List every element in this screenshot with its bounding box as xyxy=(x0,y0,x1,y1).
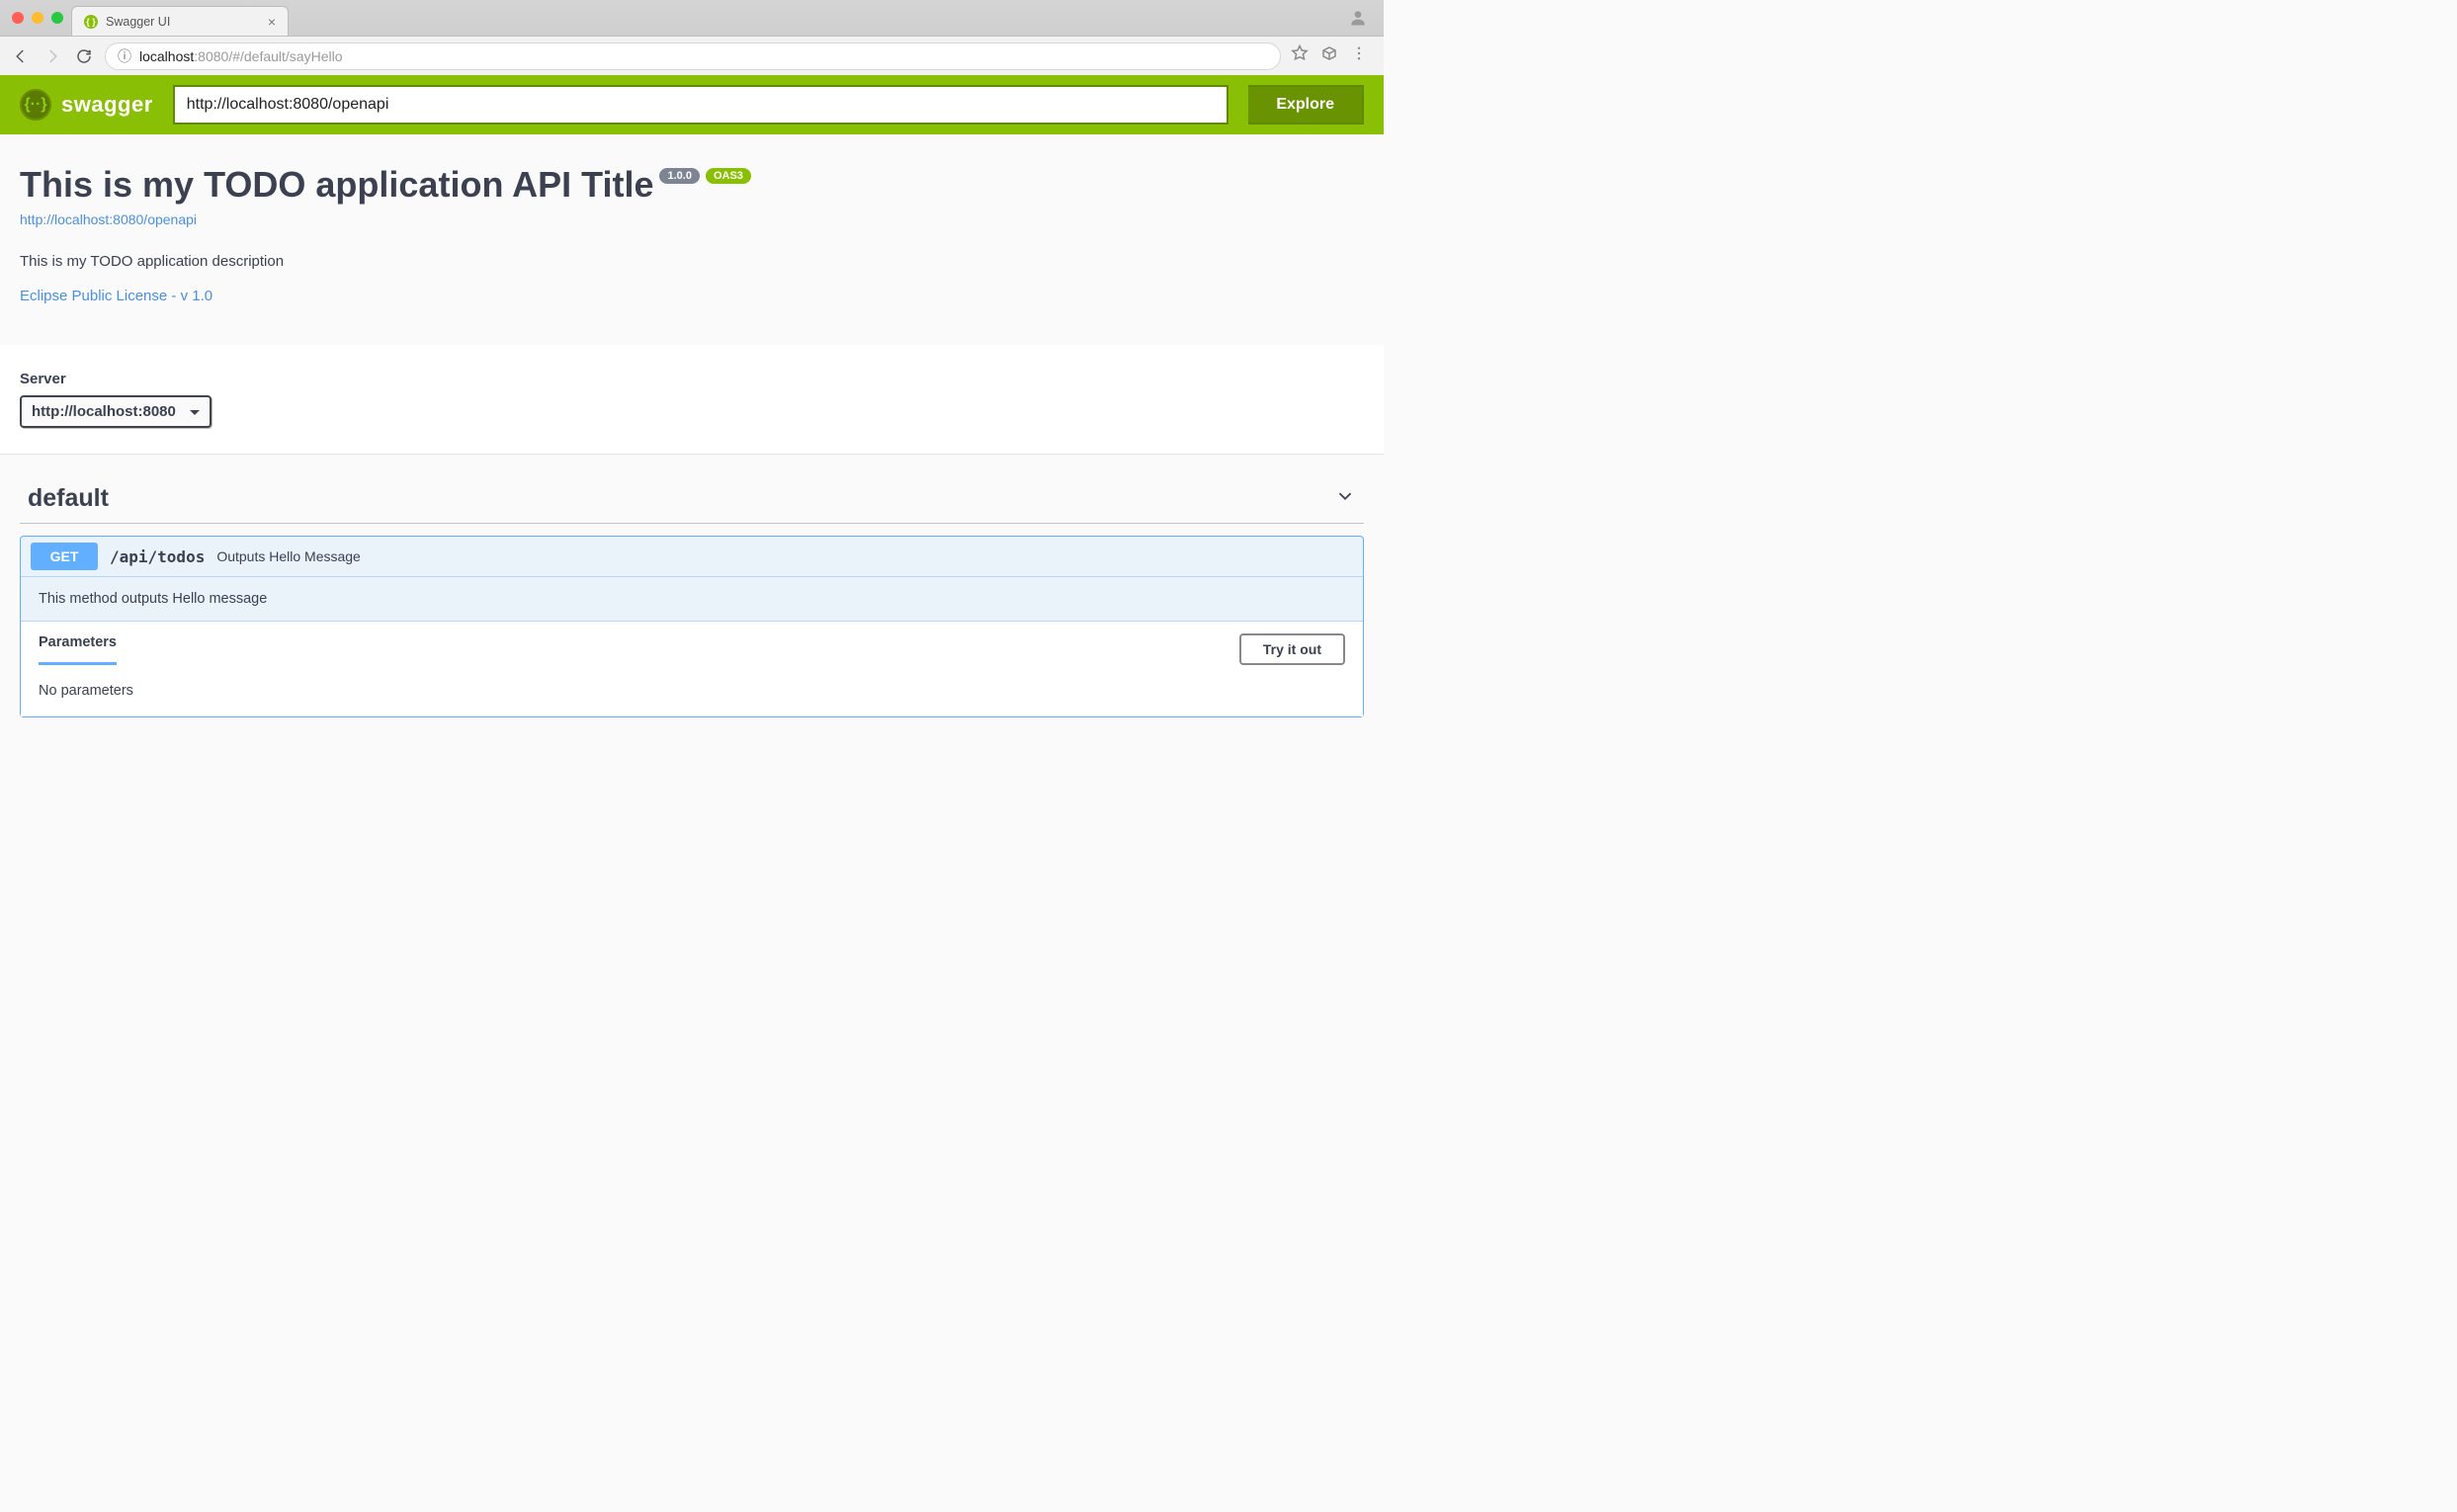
tab-bar: { } Swagger UI × xyxy=(0,0,1384,36)
parameters-header: Parameters Try it out xyxy=(21,622,1363,665)
swagger-logo-icon: {··} xyxy=(20,89,51,121)
operation-path: /api/todos xyxy=(110,547,205,566)
swagger-favicon-icon: { } xyxy=(84,15,98,29)
api-title: This is my TODO application API Title xyxy=(20,164,653,206)
license-link[interactable]: Eclipse Public License - v 1.0 xyxy=(20,288,212,304)
spec-url-value: http://localhost:8080/openapi xyxy=(187,96,389,114)
server-label: Server xyxy=(20,371,1364,387)
swagger-logo-text: swagger xyxy=(61,92,153,118)
url-text: localhost:8080/#/default/sayHello xyxy=(139,48,343,64)
close-tab-button[interactable]: × xyxy=(268,14,276,30)
server-selected-value: http://localhost:8080 xyxy=(32,403,176,420)
window-controls xyxy=(8,12,71,24)
swagger-logo: {··} swagger xyxy=(20,89,153,121)
url-bar: ⓘ localhost:8080/#/default/sayHello xyxy=(0,36,1384,75)
tab-title: Swagger UI xyxy=(106,15,170,29)
api-info-section: This is my TODO application API Title 1.… xyxy=(0,134,1384,345)
server-section: Server http://localhost:8080 xyxy=(0,345,1384,454)
api-description: This is my TODO application description xyxy=(20,253,1364,270)
tag-name: default xyxy=(28,484,109,513)
server-select[interactable]: http://localhost:8080 xyxy=(20,395,212,428)
profile-avatar-icon[interactable] xyxy=(1348,8,1376,28)
parameters-tab[interactable]: Parameters xyxy=(39,634,117,665)
spec-link[interactable]: http://localhost:8080/openapi xyxy=(20,211,197,227)
swagger-topbar: {··} swagger http://localhost:8080/opena… xyxy=(0,75,1384,134)
no-parameters-text: No parameters xyxy=(21,665,1363,716)
tag-section: default GET /api/todos Outputs Hello Mes… xyxy=(0,454,1384,717)
oas-badge: OAS3 xyxy=(706,168,751,184)
site-info-icon[interactable]: ⓘ xyxy=(118,46,131,66)
minimize-window-button[interactable] xyxy=(32,12,43,24)
operation-summary: Outputs Hello Message xyxy=(216,548,361,564)
browser-tab[interactable]: { } Swagger UI × xyxy=(71,6,289,36)
operation-summary-bar[interactable]: GET /api/todos Outputs Hello Message xyxy=(21,537,1363,577)
chevron-down-icon xyxy=(1334,485,1356,512)
operation-block: GET /api/todos Outputs Hello Message Thi… xyxy=(20,536,1364,717)
operation-description: This method outputs Hello message xyxy=(21,577,1363,622)
close-window-button[interactable] xyxy=(12,12,24,24)
extension-icon[interactable] xyxy=(1320,44,1338,67)
maximize-window-button[interactable] xyxy=(51,12,63,24)
http-method-badge: GET xyxy=(31,543,98,570)
spec-url-input[interactable]: http://localhost:8080/openapi xyxy=(173,85,1229,125)
explore-button[interactable]: Explore xyxy=(1248,85,1364,125)
browser-chrome: { } Swagger UI × ⓘ localhost:8080/#/defa… xyxy=(0,0,1384,75)
url-input[interactable]: ⓘ localhost:8080/#/default/sayHello xyxy=(105,42,1281,70)
tag-header[interactable]: default xyxy=(20,466,1364,524)
forward-button xyxy=(42,45,63,67)
reload-button[interactable] xyxy=(73,45,95,67)
back-button[interactable] xyxy=(10,45,32,67)
menu-dots-icon[interactable] xyxy=(1350,44,1368,67)
bookmark-star-icon[interactable] xyxy=(1291,44,1309,67)
try-it-out-button[interactable]: Try it out xyxy=(1239,633,1345,665)
version-badge: 1.0.0 xyxy=(659,168,699,184)
